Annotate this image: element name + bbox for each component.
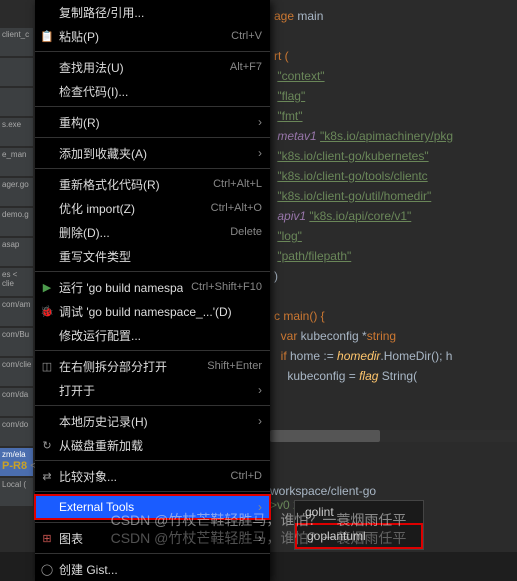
split-icon: ◫ xyxy=(40,360,54,373)
file-tile[interactable]: s.exe xyxy=(0,118,33,146)
file-tile[interactable]: es < clie xyxy=(0,268,33,296)
compare-icon: ⇄ xyxy=(40,470,54,483)
file-tile[interactable]: com/Bu xyxy=(0,328,33,356)
menu-create-gist[interactable]: ◯创建 Gist... xyxy=(35,557,270,581)
reload-icon: ↻ xyxy=(40,439,54,452)
menu-compare[interactable]: ⇄比较对象...Ctrl+D xyxy=(35,464,270,488)
code-editor[interactable]: age main rt ( "context" "flag" "fmt" met… xyxy=(270,0,517,552)
chevron-right-icon: › xyxy=(258,115,262,129)
menu-open-right[interactable]: ◫在右侧拆分部分打开Shift+Enter xyxy=(35,354,270,378)
separator xyxy=(35,522,270,523)
separator xyxy=(35,491,270,492)
menu-debug[interactable]: 🐞调试 'go build namespace_...'(D) xyxy=(35,299,270,323)
menu-paste[interactable]: 📋粘贴(P)Ctrl+V xyxy=(35,24,270,48)
debug-icon: 🐞 xyxy=(40,305,54,318)
file-tile[interactable]: com/am xyxy=(0,298,33,326)
submenu-golint[interactable]: golint xyxy=(295,501,423,523)
menu-override-filetype[interactable]: 重写文件类型 xyxy=(35,244,270,268)
menu-run[interactable]: ▶运行 'go build namespace_...'(U)Ctrl+Shif… xyxy=(35,275,270,299)
chevron-right-icon: › xyxy=(258,531,262,545)
menu-refactor[interactable]: 重构(R)› xyxy=(35,110,270,134)
file-tile[interactable]: e_man xyxy=(0,148,33,176)
menu-copy-path[interactable]: 复制路径/引用... xyxy=(35,0,270,24)
scrollbar-thumb[interactable] xyxy=(270,430,380,442)
file-tile[interactable] xyxy=(0,58,33,86)
file-tile[interactable]: asap xyxy=(0,238,33,266)
chevron-right-icon: › xyxy=(258,500,262,514)
menu-reload[interactable]: ↻从磁盘重新加载 xyxy=(35,433,270,457)
file-tile[interactable]: demo.g xyxy=(0,208,33,236)
file-tile[interactable] xyxy=(0,88,33,116)
menu-reformat[interactable]: 重新格式化代码(R)Ctrl+Alt+L xyxy=(35,172,270,196)
menu-delete[interactable]: 删除(D)...Delete xyxy=(35,220,270,244)
context-menu: 复制路径/引用... 📋粘贴(P)Ctrl+V 查找用法(U)Alt+F7 检查… xyxy=(35,0,270,581)
menu-inspect[interactable]: 检查代码(I)... xyxy=(35,79,270,103)
separator xyxy=(35,460,270,461)
separator xyxy=(35,350,270,351)
menu-local-history[interactable]: 本地历史记录(H)› xyxy=(35,409,270,433)
menu-diagram[interactable]: ⊞图表› xyxy=(35,526,270,550)
menu-external-tools[interactable]: External Tools› xyxy=(35,495,270,519)
separator xyxy=(35,553,270,554)
horizontal-scrollbar[interactable] xyxy=(270,430,517,442)
separator xyxy=(35,137,270,138)
submenu-goplantuml[interactable]: goplantuml xyxy=(295,523,423,549)
external-tools-submenu: golint goplantuml xyxy=(294,500,424,550)
diagram-icon: ⊞ xyxy=(40,532,54,545)
menu-add-favorite[interactable]: 添加到收藏夹(A)› xyxy=(35,141,270,165)
file-tile[interactable]: ager.go xyxy=(0,178,33,206)
menu-modify-run[interactable]: 修改运行配置... xyxy=(35,323,270,347)
file-tile[interactable]: com/do xyxy=(0,418,33,446)
menu-find-usage[interactable]: 查找用法(U)Alt+F7 xyxy=(35,55,270,79)
menu-optimize-import[interactable]: 优化 import(Z)Ctrl+Alt+O xyxy=(35,196,270,220)
separator xyxy=(35,168,270,169)
paste-icon: 📋 xyxy=(40,30,54,43)
file-tile[interactable]: com/da xyxy=(0,388,33,416)
separator xyxy=(35,51,270,52)
separator xyxy=(35,271,270,272)
github-icon: ◯ xyxy=(40,563,54,576)
file-tile[interactable]: com/clie xyxy=(0,358,33,386)
file-tile[interactable]: Local ( xyxy=(0,478,33,506)
chevron-right-icon: › xyxy=(258,383,262,397)
chevron-right-icon: › xyxy=(258,414,262,428)
chevron-right-icon: › xyxy=(258,146,262,160)
file-tile[interactable]: client_c xyxy=(0,28,33,56)
separator xyxy=(35,405,270,406)
separator xyxy=(35,106,270,107)
menu-open-in[interactable]: 打开于› xyxy=(35,378,270,402)
run-icon: ▶ xyxy=(40,281,54,294)
